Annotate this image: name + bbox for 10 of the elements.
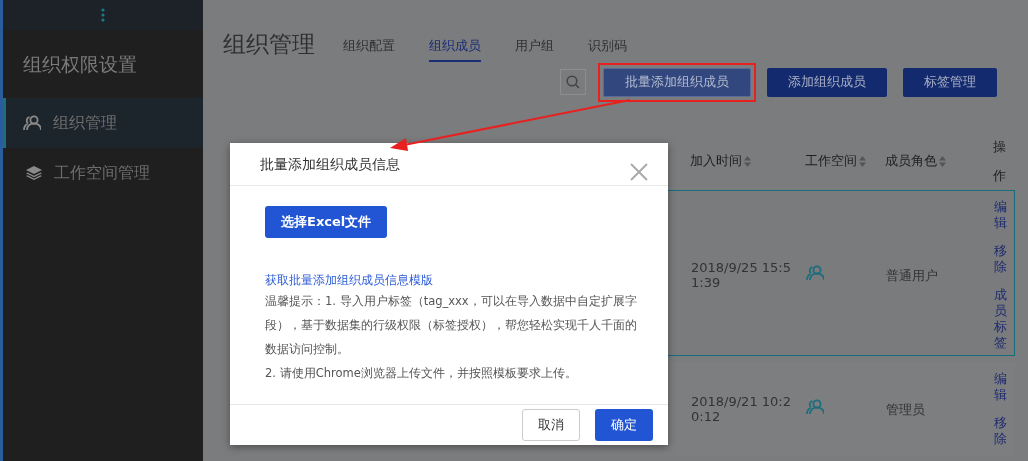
dialog-title: 批量添加组织成员信息 [260,156,400,174]
tip-text: 2. 请使用Chrome浏览器上传文件，并按照模板要求上传。 [265,365,578,382]
table-cell-text: 2018/9/25 15:51:39 [691,260,792,290]
table-cell-text: 2018/9/21 10:20:12 [691,394,792,424]
table-cell-text: 普通用户 [886,267,939,283]
sidebar-title: 组织权限设置 [22,52,138,77]
column-header: 操作 [992,138,1006,185]
table-cell-text: 管理员 [886,401,926,417]
page-title: 组织管理 [223,30,315,59]
tip-text: 温馨提示：1. 导入用户标签（tag_xxx，可以在导入数据中自定扩展字段），基于数据集的行级权限（标签授权），帮您轻松实现千人千面的数据访问控制。 [265,293,638,358]
